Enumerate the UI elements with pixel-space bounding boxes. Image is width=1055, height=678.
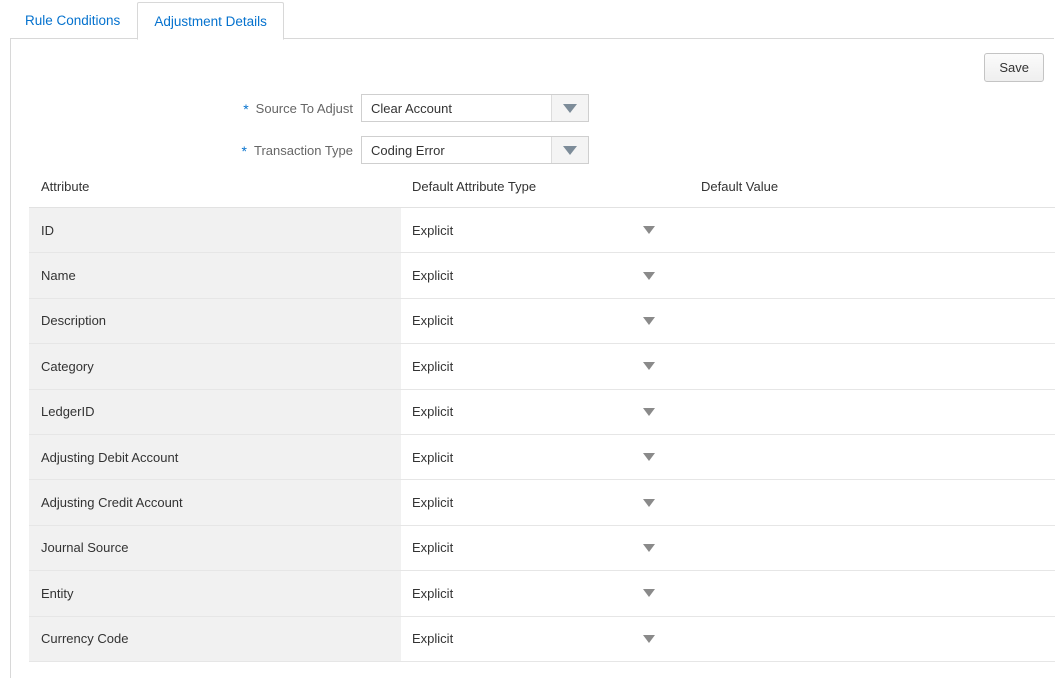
cell-default-value[interactable] [691,299,1055,343]
chevron-down-icon [563,104,577,113]
table-row: Adjusting Credit Account Explicit [29,480,1055,525]
cell-default-attribute-type-value: Explicit [412,268,453,283]
chevron-down-icon [643,544,655,552]
table-header-row: Attribute Default Attribute Type Default… [29,179,1055,207]
cell-default-value[interactable] [691,617,1055,661]
table-row: Category Explicit [29,344,1055,389]
cell-default-value[interactable] [691,344,1055,388]
source-to-adjust-value: Clear Account [362,95,551,121]
form-fields: * Source To Adjust Clear Account * Trans… [11,87,1054,171]
tab-rule-conditions[interactable]: Rule Conditions [8,1,137,39]
chevron-down-icon [643,272,655,280]
transaction-type-label-wrap: * Transaction Type [11,143,361,158]
cell-default-attribute-type-select[interactable]: Explicit [401,526,691,570]
transaction-type-select[interactable]: Coding Error [361,136,589,164]
cell-default-attribute-type-value: Explicit [412,495,453,510]
cell-default-attribute-type-select[interactable]: Explicit [401,299,691,343]
cell-default-attribute-type-value: Explicit [412,586,453,601]
cell-attribute: LedgerID [29,390,401,434]
table-row: Entity Explicit [29,571,1055,616]
chevron-down-icon [643,635,655,643]
cell-default-attribute-type-value: Explicit [412,404,453,419]
table-row: Description Explicit [29,299,1055,344]
chevron-down-icon [643,589,655,597]
cell-attribute: Journal Source [29,526,401,570]
cell-default-value[interactable] [691,480,1055,524]
required-asterisk-icon: * [242,144,247,158]
table-body: ID Explicit Name Explicit Description Explici… [29,207,1055,662]
cell-default-attribute-type-select[interactable]: Explicit [401,390,691,434]
cell-default-attribute-type-select[interactable]: Explicit [401,480,691,524]
source-to-adjust-label-wrap: * Source To Adjust [11,101,361,116]
cell-default-attribute-type-value: Explicit [412,359,453,374]
chevron-down-icon [643,362,655,370]
table-row: Name Explicit [29,253,1055,298]
cell-default-value[interactable] [691,571,1055,615]
column-header-attribute: Attribute [29,179,401,194]
cell-default-attribute-type-value: Explicit [412,313,453,328]
chevron-down-icon [643,317,655,325]
save-button[interactable]: Save [984,53,1044,82]
field-row-source-to-adjust: * Source To Adjust Clear Account [11,87,1054,129]
chevron-down-icon [643,453,655,461]
transaction-type-dropdown-button[interactable] [551,137,588,163]
cell-default-attribute-type-value: Explicit [412,223,453,238]
cell-attribute: Name [29,253,401,297]
table-row: ID Explicit [29,208,1055,253]
cell-default-attribute-type-value: Explicit [412,450,453,465]
tab-adjustment-details[interactable]: Adjustment Details [137,2,284,40]
table-row: LedgerID Explicit [29,390,1055,435]
source-to-adjust-select[interactable]: Clear Account [361,94,589,122]
table-row: Currency Code Explicit [29,617,1055,662]
table-row: Adjusting Debit Account Explicit [29,435,1055,480]
cell-default-value[interactable] [691,435,1055,479]
cell-default-attribute-type-value: Explicit [412,540,453,555]
chevron-down-icon [643,499,655,507]
column-header-default-value: Default Value [691,179,1055,194]
adjustment-details-panel: Save * Source To Adjust Clear Account * … [10,38,1054,678]
cell-default-value[interactable] [691,526,1055,570]
tab-bar: Rule Conditions Adjustment Details [0,0,1055,39]
cell-default-attribute-type-select[interactable]: Explicit [401,435,691,479]
cell-default-value[interactable] [691,253,1055,297]
transaction-type-label: Transaction Type [254,143,353,158]
column-header-default-attribute-type: Default Attribute Type [401,179,691,194]
table-row: Journal Source Explicit [29,526,1055,571]
cell-default-attribute-type-value: Explicit [412,631,453,646]
cell-default-attribute-type-select[interactable]: Explicit [401,208,691,252]
toolbar: Save [984,53,1044,82]
cell-attribute: Currency Code [29,617,401,661]
chevron-down-icon [563,146,577,155]
tab-adjustment-details-label: Adjustment Details [154,14,267,29]
cell-default-attribute-type-select[interactable]: Explicit [401,617,691,661]
cell-attribute: Description [29,299,401,343]
source-to-adjust-dropdown-button[interactable] [551,95,588,121]
tab-rule-conditions-label: Rule Conditions [25,13,120,28]
cell-attribute: Category [29,344,401,388]
cell-attribute: ID [29,208,401,252]
source-to-adjust-label: Source To Adjust [256,101,353,116]
cell-default-value[interactable] [691,208,1055,252]
cell-default-attribute-type-select[interactable]: Explicit [401,571,691,615]
chevron-down-icon [643,226,655,234]
chevron-down-icon [643,408,655,416]
cell-default-attribute-type-select[interactable]: Explicit [401,253,691,297]
required-asterisk-icon: * [243,102,248,116]
cell-attribute: Adjusting Credit Account [29,480,401,524]
transaction-type-value: Coding Error [362,137,551,163]
cell-default-value[interactable] [691,390,1055,434]
cell-attribute: Adjusting Debit Account [29,435,401,479]
cell-default-attribute-type-select[interactable]: Explicit [401,344,691,388]
attributes-table: Attribute Default Attribute Type Default… [29,179,1055,662]
cell-attribute: Entity [29,571,401,615]
field-row-transaction-type: * Transaction Type Coding Error [11,129,1054,171]
